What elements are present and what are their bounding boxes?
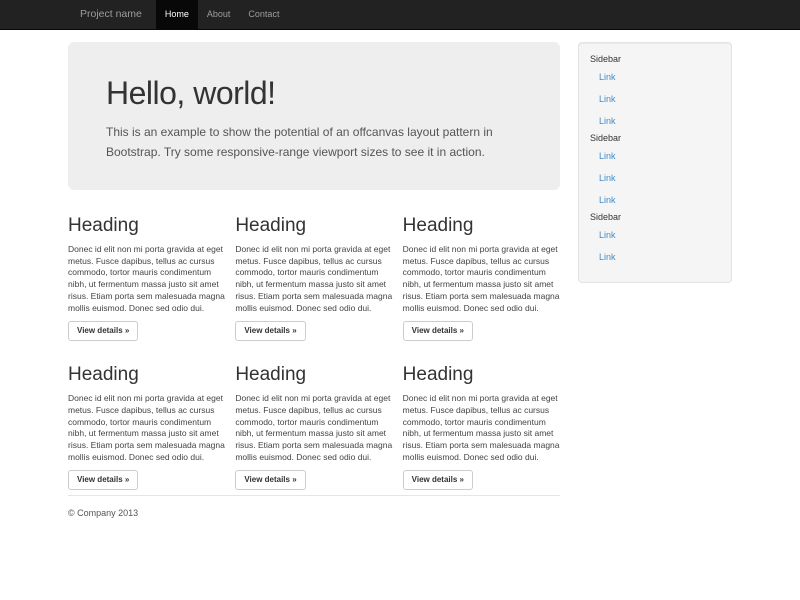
card-heading: Heading (235, 215, 392, 236)
sidebar-link[interactable]: Link (590, 189, 719, 211)
view-details-button[interactable]: View details » (403, 321, 473, 341)
card-heading: Heading (403, 364, 560, 385)
card: Heading Donec id elit non mi porta gravi… (403, 215, 560, 341)
sidebar-group-title: Sidebar (590, 53, 719, 66)
sidebar-well: Sidebar Link Link Link Sidebar Link Link… (578, 42, 732, 283)
navbar: Project name Home About Contact (0, 0, 800, 30)
content-row: Hello, world! This is an example to show… (68, 30, 732, 518)
sidebar-link[interactable]: Link (590, 110, 719, 132)
card-body-text: Donec id elit non mi porta gravida at eg… (235, 393, 392, 463)
main-column: Hello, world! This is an example to show… (68, 30, 560, 518)
page-title: Hello, world! (106, 76, 522, 110)
sidebar-link[interactable]: Link (590, 167, 719, 189)
card-heading: Heading (235, 364, 392, 385)
card-body-text: Donec id elit non mi porta gravida at eg… (68, 393, 225, 463)
view-details-button[interactable]: View details » (68, 321, 138, 341)
sidebar-link[interactable]: Link (590, 66, 719, 88)
nav-item-about[interactable]: About (198, 0, 240, 29)
sidebar-group-title: Sidebar (590, 211, 719, 224)
view-details-button[interactable]: View details » (235, 470, 305, 490)
nav-item-home[interactable]: Home (156, 0, 198, 29)
card-body-text: Donec id elit non mi porta gravida at eg… (235, 244, 392, 314)
copyright-text: © Company 2013 (68, 508, 560, 518)
card-body-text: Donec id elit non mi porta gravida at eg… (403, 244, 560, 314)
card-heading: Heading (68, 215, 225, 236)
navbar-menu: Home About Contact (156, 0, 289, 29)
card-heading: Heading (68, 364, 225, 385)
navbar-inner: Project name Home About Contact (68, 0, 732, 29)
sidebar-column: Sidebar Link Link Link Sidebar Link Link… (578, 30, 732, 283)
cards-row-2: Heading Donec id elit non mi porta gravi… (68, 364, 560, 490)
card: Heading Donec id elit non mi porta gravi… (235, 215, 392, 341)
view-details-button[interactable]: View details » (235, 321, 305, 341)
navbar-brand[interactable]: Project name (68, 0, 156, 29)
nav-item-contact[interactable]: Contact (239, 0, 288, 29)
card-body-text: Donec id elit non mi porta gravida at eg… (68, 244, 225, 314)
sidebar-link[interactable]: Link (590, 88, 719, 110)
page-container: Hello, world! This is an example to show… (68, 30, 732, 518)
card-heading: Heading (403, 215, 560, 236)
jumbotron-description: This is an example to show the potential… (106, 122, 522, 162)
view-details-button[interactable]: View details » (68, 470, 138, 490)
cards-row-1: Heading Donec id elit non mi porta gravi… (68, 215, 560, 341)
sidebar-link[interactable]: Link (590, 145, 719, 167)
sidebar-link[interactable]: Link (590, 246, 719, 268)
jumbotron: Hello, world! This is an example to show… (68, 42, 560, 190)
sidebar-link[interactable]: Link (590, 224, 719, 246)
card: Heading Donec id elit non mi porta gravi… (68, 215, 225, 341)
card: Heading Donec id elit non mi porta gravi… (68, 364, 225, 490)
footer: © Company 2013 (68, 495, 560, 518)
view-details-button[interactable]: View details » (403, 470, 473, 490)
card: Heading Donec id elit non mi porta gravi… (403, 364, 560, 490)
card-body-text: Donec id elit non mi porta gravida at eg… (403, 393, 560, 463)
sidebar-group-title: Sidebar (590, 132, 719, 145)
card: Heading Donec id elit non mi porta gravi… (235, 364, 392, 490)
